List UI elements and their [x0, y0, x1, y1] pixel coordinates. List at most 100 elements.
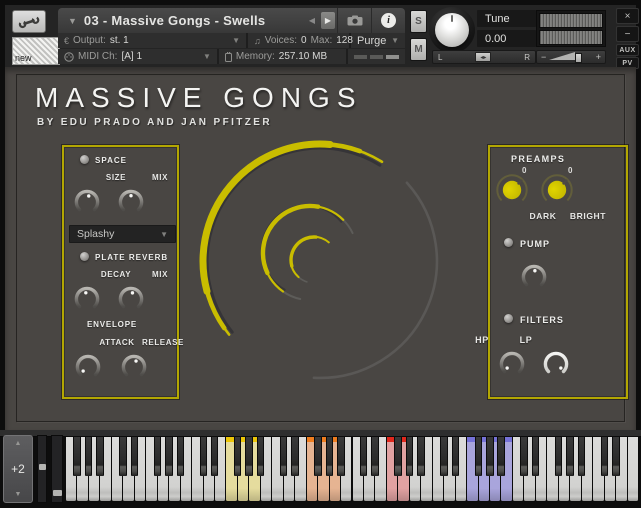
keyboard-area: ▲ +2 ▼ — [0, 430, 641, 508]
reverb-mix-knob[interactable] — [116, 284, 146, 319]
solo-button[interactable]: S — [410, 10, 427, 33]
reverb-type-dropdown[interactable]: Splashy ▼ — [69, 225, 176, 243]
tune-value-box[interactable]: 0.00 — [477, 30, 536, 47]
output-selector[interactable]: € Output: st. 1 ▼ — [58, 33, 248, 48]
black-key[interactable] — [291, 437, 299, 476]
black-key[interactable] — [474, 437, 483, 476]
black-key[interactable] — [165, 437, 173, 476]
pan-handle[interactable]: ◂▸ — [475, 52, 492, 62]
output-jack-icon: € — [64, 35, 70, 46]
attack-knob[interactable] — [73, 352, 103, 387]
scroll-handle[interactable] — [39, 464, 46, 470]
black-key[interactable] — [451, 437, 460, 476]
black-key[interactable] — [566, 437, 574, 476]
dark-value: 0 — [522, 166, 527, 175]
black-key[interactable] — [153, 437, 162, 476]
black-key[interactable] — [577, 437, 586, 476]
transpose-control[interactable]: ▲ +2 ▼ — [3, 435, 33, 503]
pump-led[interactable] — [504, 238, 513, 247]
black-key[interactable] — [486, 437, 494, 476]
black-key[interactable] — [440, 437, 448, 476]
size-knob[interactable] — [72, 187, 102, 222]
minimize-button[interactable]: − — [616, 26, 639, 42]
pump-knob[interactable] — [519, 262, 549, 297]
black-key[interactable] — [531, 437, 540, 476]
prev-preset-button[interactable]: ◀ — [305, 12, 319, 29]
black-key[interactable] — [130, 437, 139, 476]
black-key[interactable] — [84, 437, 93, 476]
volume-slider[interactable]: − + — [536, 50, 606, 64]
plate-reverb-led[interactable] — [80, 252, 89, 261]
black-key[interactable] — [600, 437, 609, 476]
pan-slider[interactable]: L ◂▸ R — [432, 50, 536, 64]
memory-leds — [348, 49, 405, 64]
tune-knob[interactable] — [429, 7, 475, 53]
mute-button[interactable]: M — [410, 38, 427, 61]
black-key[interactable] — [325, 437, 334, 476]
bright-value: 0 — [568, 166, 573, 175]
volume-handle[interactable] — [575, 53, 582, 63]
chevron-down-icon[interactable]: ▼ — [203, 52, 211, 61]
lp-knob[interactable] — [541, 349, 571, 384]
edit-wrench-button[interactable] — [12, 10, 46, 33]
keyboard-scroll-strip[interactable] — [37, 435, 47, 503]
header-row-1: € Output: st. 1 ▼ ♫ Voices: 0 Max: 128 P… — [58, 33, 405, 48]
new-badge: new — [12, 37, 60, 65]
transpose-down-icon[interactable]: ▼ — [15, 491, 22, 498]
chevron-down-icon[interactable]: ▼ — [68, 16, 77, 26]
zoom-handle[interactable] — [53, 490, 62, 496]
bright-label: BRIGHT — [569, 211, 607, 221]
piano-keyboard — [66, 436, 639, 502]
black-key[interactable] — [96, 437, 104, 476]
black-key[interactable] — [417, 437, 425, 476]
white-key[interactable] — [627, 437, 638, 501]
bright-preamp-knob[interactable] — [535, 168, 579, 217]
dark-preamp-knob[interactable] — [490, 168, 534, 217]
keyboard-zoom-strip[interactable] — [51, 435, 63, 503]
black-key[interactable] — [119, 437, 127, 476]
mix-knob[interactable] — [116, 187, 146, 222]
release-label: RELEASE — [142, 338, 184, 347]
black-key[interactable] — [73, 437, 81, 476]
black-key[interactable] — [256, 437, 265, 476]
plate-reverb-section-label: PLATE REVERB — [95, 253, 169, 262]
black-key[interactable] — [359, 437, 368, 476]
black-key[interactable] — [233, 437, 242, 476]
snapshot-camera-button[interactable] — [337, 8, 371, 33]
midi-plug-icon — [64, 51, 74, 62]
next-preset-button[interactable]: ▶ — [321, 12, 335, 29]
black-key[interactable] — [245, 437, 253, 476]
chevron-down-icon[interactable]: ▼ — [391, 36, 399, 45]
black-key[interactable] — [520, 437, 528, 476]
black-key[interactable] — [279, 437, 288, 476]
black-key[interactable] — [337, 437, 345, 476]
black-key[interactable] — [612, 437, 620, 476]
black-key[interactable] — [210, 437, 219, 476]
tune-label-box: Tune — [477, 10, 536, 27]
instrument-title: MASSIVE GONGS — [35, 82, 363, 113]
filters-led[interactable] — [504, 314, 513, 323]
hp-knob[interactable] — [497, 349, 527, 384]
wrench-icon — [18, 15, 40, 28]
purge-menu[interactable]: Purge ▼ — [351, 33, 405, 48]
black-key[interactable] — [199, 437, 208, 476]
black-key[interactable] — [405, 437, 414, 476]
black-key[interactable] — [497, 437, 505, 476]
space-led[interactable] — [80, 155, 89, 164]
preset-title-bar[interactable]: ▼ 03 - Massive Gongs - Swells ◀ ▶ i — [58, 8, 405, 33]
envelope-section-label: ENVELOPE — [87, 320, 137, 329]
transpose-value: +2 — [11, 462, 25, 476]
aux-button[interactable]: aux — [616, 44, 639, 56]
midi-channel-selector[interactable]: MIDI Ch: [A] 1 ▼ — [58, 49, 219, 64]
release-knob[interactable] — [119, 352, 149, 387]
chevron-down-icon[interactable]: ▼ — [232, 36, 240, 45]
info-button[interactable]: i — [371, 8, 405, 33]
black-key[interactable] — [371, 437, 379, 476]
black-key[interactable] — [554, 437, 563, 476]
transpose-up-icon[interactable]: ▲ — [15, 440, 22, 447]
black-key[interactable] — [176, 437, 185, 476]
close-button[interactable]: × — [616, 8, 639, 24]
black-key[interactable] — [394, 437, 402, 476]
black-key[interactable] — [314, 437, 322, 476]
decay-knob[interactable] — [72, 284, 102, 319]
